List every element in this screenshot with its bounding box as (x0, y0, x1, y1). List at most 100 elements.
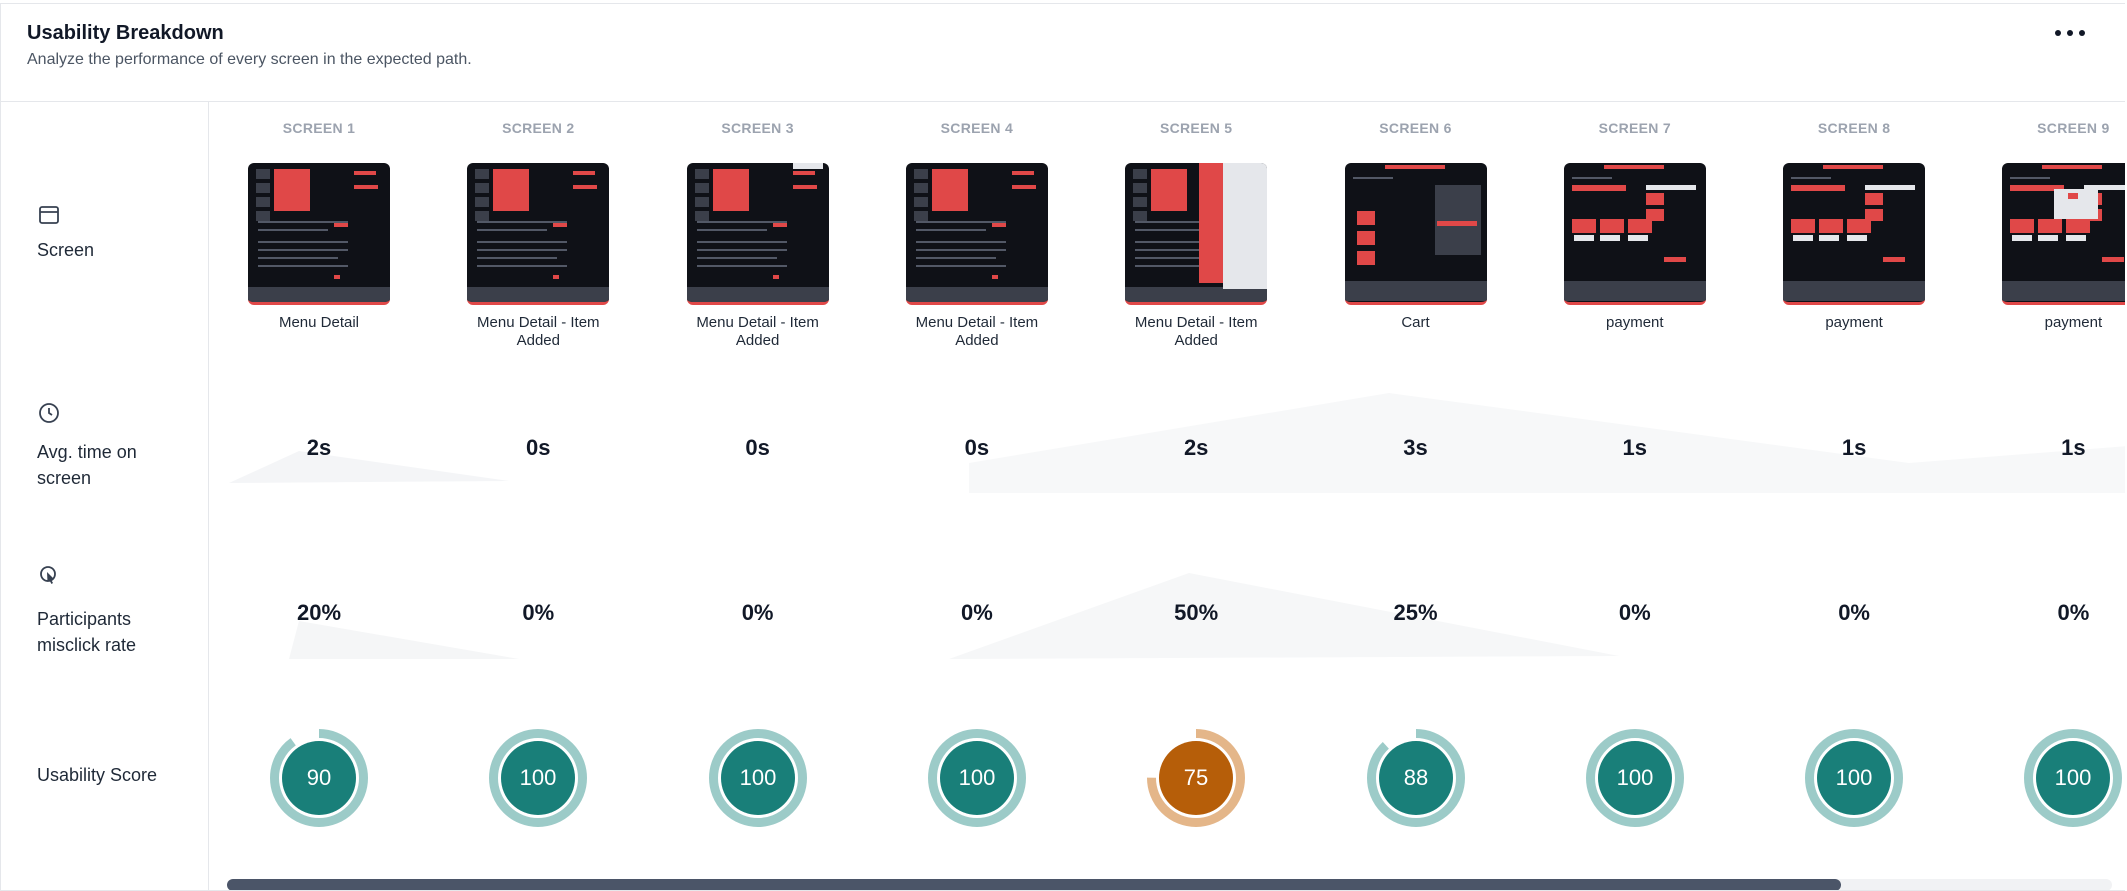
thumbnail-shape (915, 249, 1006, 251)
thumbnail-shape (2066, 235, 2087, 241)
screen-header: SCREEN 8 (1817, 120, 1891, 136)
thumbnail-shape (991, 275, 998, 279)
screen-column: SCREEN 6 Cart 3s 25% 88 (1306, 101, 1526, 881)
thumbnail-shape (694, 197, 709, 207)
thumbnail-shape (696, 265, 787, 267)
avg-time-value: 1s (1622, 435, 1648, 460)
thumbnail-shape (1563, 281, 1706, 301)
thumbnail-shape (553, 275, 560, 279)
misclick-rate-value: 0% (741, 600, 774, 625)
cursor-click-icon (40, 566, 56, 584)
thumbnail-shape (475, 211, 490, 221)
screen-thumbnail[interactable] (1344, 163, 1487, 305)
usability-score-gauge: 88 (1366, 729, 1465, 827)
misclick-rate-value: 20% (296, 600, 342, 625)
thumbnail-shape (2038, 219, 2063, 233)
screen-thumbnail[interactable] (1783, 163, 1926, 305)
thumbnail-shape (1865, 185, 1916, 190)
avg-time-value: 3s (1403, 435, 1428, 460)
thumbnail-shape (354, 171, 376, 175)
screen-column: SCREEN 8 payment 1s 0% 100 (1744, 101, 1964, 881)
thumbnail-shape (1201, 187, 1220, 195)
thumbnail-shape (477, 265, 568, 267)
thumbnail-shape (1571, 177, 1612, 179)
thumbnail-shape (1011, 185, 1036, 189)
thumbnail-shape (477, 249, 568, 251)
thumbnail-shape (1352, 177, 1393, 179)
thumbnail-shape (694, 169, 709, 179)
score-value: 100 (520, 765, 557, 790)
thumbnail-shape (915, 265, 1006, 267)
row-label-score: Usability Score (37, 765, 158, 785)
usability-score-gauge: 100 (1805, 729, 1904, 827)
thumbnail-shape (686, 287, 829, 302)
screen-name: Menu Detail - Item Added (696, 314, 819, 349)
thumbnail-shape (1344, 281, 1487, 301)
screen-thumbnail[interactable] (905, 163, 1048, 305)
thumbnail-shape (2010, 219, 2035, 233)
thumbnail-shape (475, 183, 490, 193)
misclick-rate-value: 25% (1393, 600, 1438, 625)
thumbnail-shape (915, 257, 996, 259)
thumbnail-shape (477, 257, 558, 259)
screen-thumbnail[interactable] (467, 163, 610, 305)
screen-name: payment (1606, 314, 1664, 331)
thumbnail-shape (1135, 229, 1206, 231)
thumbnail-shape (1819, 235, 1840, 241)
thumbnail-shape (2010, 177, 2051, 179)
more-options-icon[interactable] (2055, 18, 2085, 48)
thumbnail-shape (1645, 209, 1664, 221)
thumbnail-shape (1603, 165, 1664, 169)
thumbnail-shape (553, 223, 568, 227)
screen-name: Menu Detail (278, 314, 360, 331)
avg-time-value: 2s (306, 435, 332, 460)
thumbnail-shape (1133, 183, 1148, 193)
screen-thumbnail[interactable] (1125, 163, 1268, 305)
thumbnail-shape (1645, 185, 1696, 190)
horizontal-scrollbar-thumb[interactable] (227, 879, 1841, 890)
screen-thumbnail[interactable] (1563, 163, 1706, 305)
thumbnail-shape (1883, 257, 1906, 262)
thumbnail-shape (258, 229, 328, 231)
thumbnail-shape (258, 257, 338, 259)
screen-column: SCREEN 2 Menu Detail - Item Added 0s 0% 100 (428, 101, 648, 881)
usability-score-gauge: 100 (927, 729, 1026, 827)
thumbnail-shape (258, 249, 348, 251)
usability-score-gauge: 100 (489, 729, 588, 827)
thumbnail-shape (1356, 211, 1375, 225)
thumbnail-shape (1791, 219, 1816, 233)
screen-thumbnail[interactable] (686, 163, 829, 305)
thumbnail-shape (1223, 163, 1268, 289)
misclick-rate-value: 0% (2057, 600, 2090, 625)
screen-thumbnail[interactable] (248, 163, 390, 305)
thumbnail-shape (913, 169, 928, 179)
thumbnail-shape (1133, 169, 1148, 179)
thumbnail-shape (2042, 165, 2103, 169)
thumbnail-shape (1356, 231, 1375, 245)
thumbnail-shape (1384, 165, 1445, 169)
thumbnail-shape (1865, 209, 1884, 221)
thumbnail-shape (493, 169, 530, 211)
thumbnail-shape (1571, 185, 1626, 191)
screen-column: SCREEN 1 Menu Detail 2s 20% 90 (209, 101, 429, 881)
row-label-screen: Screen (37, 240, 95, 260)
thumbnail-shape (477, 241, 568, 243)
screen-thumbnail[interactable] (2002, 163, 2125, 305)
thumbnail-shape (913, 183, 928, 193)
thumbnail-shape (1201, 169, 1220, 177)
screen-column: SCREEN 3 Menu Detail - Item Added 0s 0% 100 (648, 101, 868, 881)
screens-scroll-area[interactable]: SCREEN 1 Menu Detail 2s 20% 90 SCREEN 2 Menu D… (209, 101, 2125, 890)
thumbnail-shape (1133, 197, 1148, 207)
thumbnail-shape (915, 229, 986, 231)
thumbnail-shape (256, 197, 270, 207)
screen-name: Menu Detail - Item Added (477, 314, 600, 349)
row-label-misclick: Participants misclick rate (37, 609, 137, 655)
thumbnail-shape (1201, 259, 1220, 267)
screen-header: SCREEN 2 (502, 120, 575, 136)
thumbnail-shape (475, 169, 490, 179)
misclick-rate-value: 50% (1174, 600, 1219, 625)
thumbnail-shape (1125, 287, 1268, 302)
thumbnail-shape (2068, 193, 2079, 199)
usability-score-gauge: 75 (1147, 729, 1246, 827)
thumbnail-shape (1791, 177, 1832, 179)
